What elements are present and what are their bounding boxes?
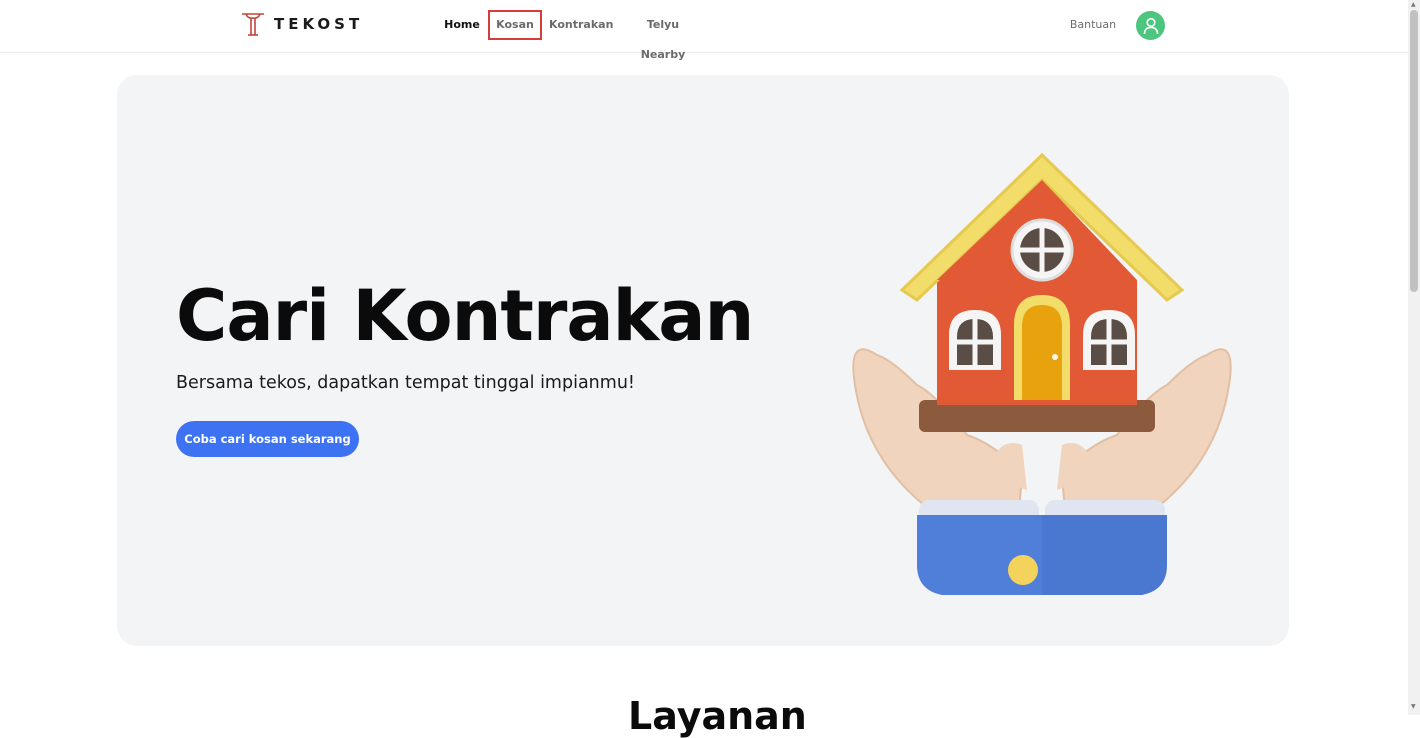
user-icon — [1143, 17, 1158, 34]
hands-holding-house-icon — [852, 152, 1232, 595]
brand-name: TEKOST — [274, 15, 364, 33]
hero-section: Cari Kontrakan Bersama tekos, dapatkan t… — [117, 75, 1289, 646]
nav-telyu-nearby[interactable]: Telyu Nearby — [626, 10, 700, 61]
hero-title: Cari Kontrakan — [176, 275, 754, 357]
nav-kosan[interactable]: Kosan — [488, 10, 542, 40]
scroll-thumb[interactable] — [1410, 10, 1418, 292]
services-section-heading: Layanan — [628, 694, 807, 738]
top-navbar: TEKOST Home Kosan Kontrakan Telyu Nearby… — [0, 0, 1408, 61]
scroll-down-arrow-icon[interactable]: ▼ — [1411, 703, 1416, 710]
page-scrollbar[interactable]: ▲ ▼ — [1408, 0, 1420, 715]
scroll-up-arrow-icon[interactable]: ▲ — [1411, 1, 1416, 8]
hero-subtitle: Bersama tekos, dapatkan tempat tinggal i… — [176, 373, 635, 393]
search-kosan-cta-button[interactable]: Coba cari kosan sekarang — [176, 421, 359, 457]
tekost-logo-icon — [242, 13, 264, 36]
nav-bantuan[interactable]: Bantuan — [1068, 10, 1118, 40]
brand[interactable]: TEKOST — [240, 11, 363, 37]
nav-home[interactable]: Home — [440, 10, 484, 40]
user-avatar-button[interactable] — [1136, 11, 1165, 40]
nav-kontrakan[interactable]: Kontrakan — [549, 10, 613, 40]
